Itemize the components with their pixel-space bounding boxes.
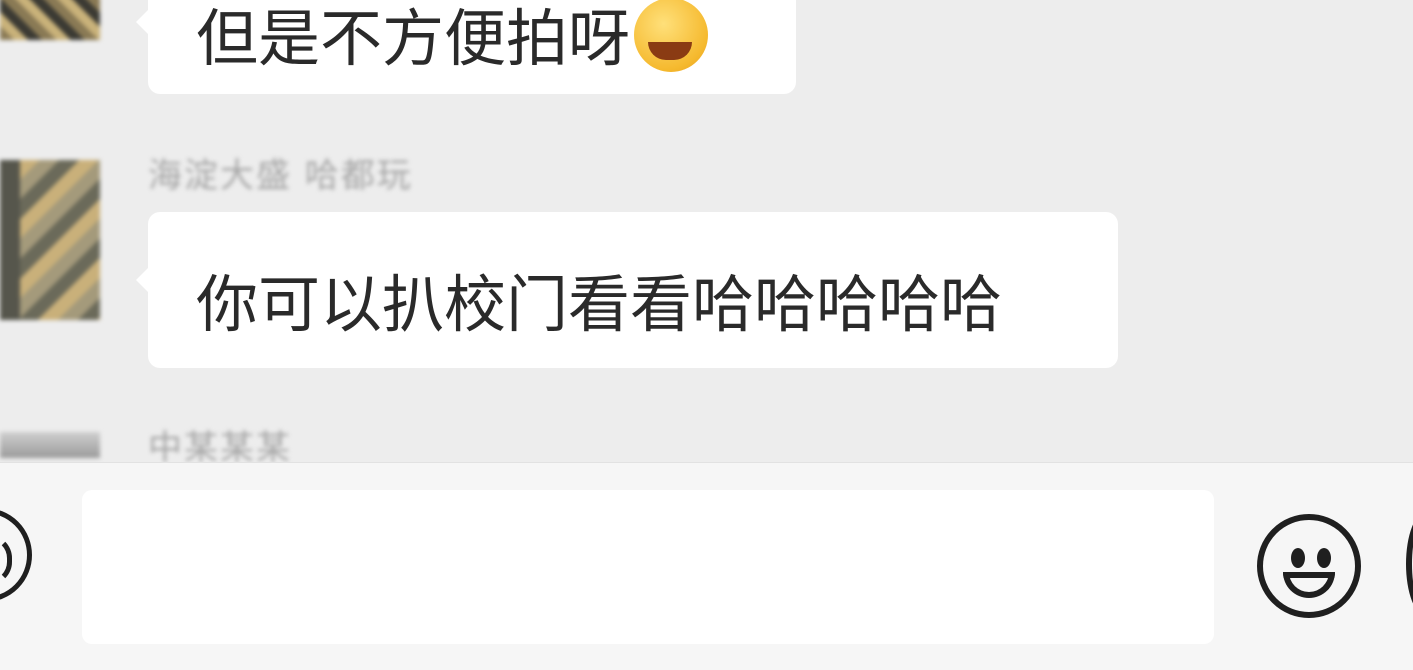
avatar[interactable]: [0, 0, 100, 40]
avatar[interactable]: [0, 160, 100, 320]
message-input[interactable]: [82, 490, 1214, 644]
rolling-on-floor-laughing-icon: [634, 0, 709, 72]
avatar[interactable]: [0, 432, 100, 458]
eye-left: [1291, 548, 1305, 568]
smiley-icon[interactable]: [1257, 514, 1361, 618]
sender-name: 海淀大盛 哈都玩: [148, 156, 413, 196]
smile-mouth: [1283, 572, 1335, 598]
eye-right: [1317, 548, 1331, 568]
message-text: 你可以扒校门看看哈哈哈哈哈: [196, 268, 1003, 341]
message-text: 但是不方便拍呀: [196, 2, 631, 75]
message-bubble: 你可以扒校门看看哈哈哈哈哈: [136, 212, 1118, 368]
message-bubble: 但是不方便拍呀: [136, 0, 796, 94]
